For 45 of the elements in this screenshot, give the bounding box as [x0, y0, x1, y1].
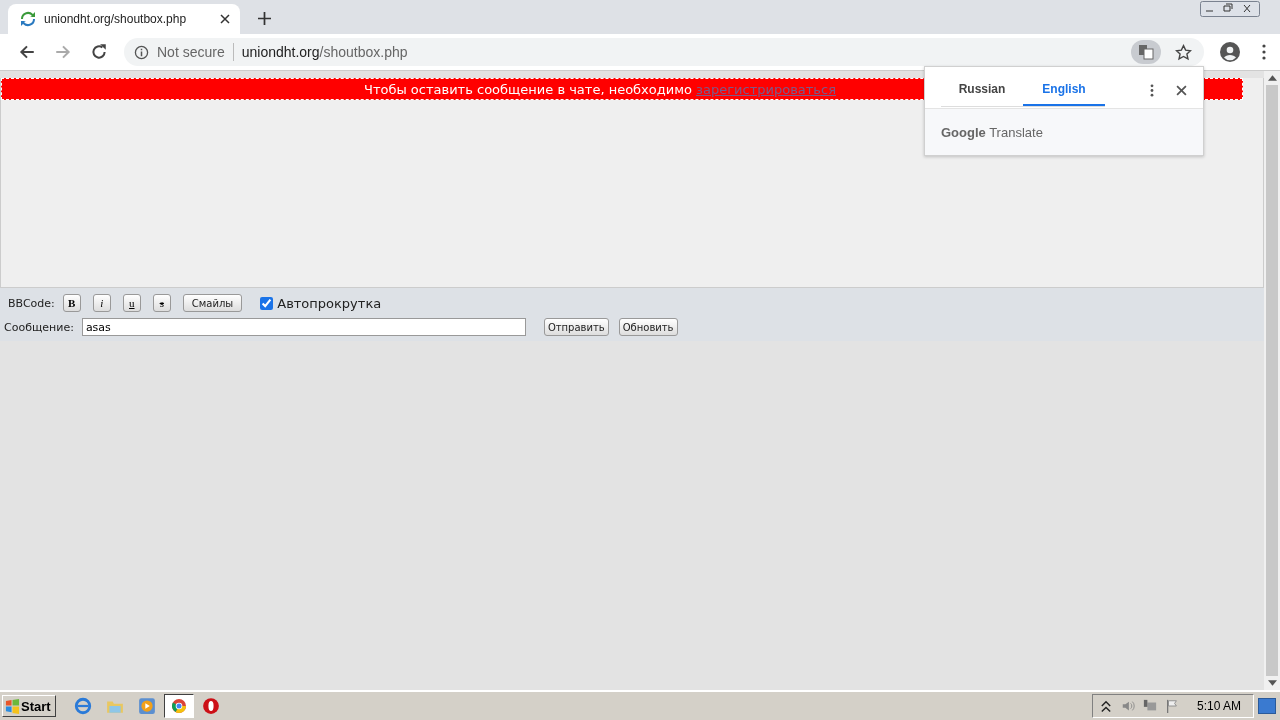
language-tab[interactable]: English — [1023, 74, 1105, 106]
chevron-icon[interactable] — [1098, 699, 1113, 713]
action-button[interactable]: Отправить — [543, 318, 609, 336]
translate-icon[interactable] — [1131, 40, 1161, 64]
star-icon[interactable] — [1175, 43, 1192, 61]
network-icon[interactable] — [1142, 699, 1157, 713]
close-icon[interactable] — [1176, 85, 1187, 96]
browser-tab[interactable]: uniondht.org/shoutbox.php — [8, 4, 240, 34]
menu-icon[interactable] — [1262, 44, 1266, 60]
url-text: uniondht.org/shoutbox.php — [241, 44, 408, 60]
action-button[interactable]: Обновить — [618, 318, 678, 336]
taskbar-button[interactable] — [163, 694, 194, 718]
google-translate-logo: Google Translate — [941, 124, 1043, 140]
browser-icon[interactable] — [73, 697, 92, 715]
opera-icon[interactable] — [201, 697, 220, 715]
message-field[interactable]: asas — [81, 318, 526, 336]
scroll-up-icon[interactable] — [1267, 75, 1277, 81]
smileys-button[interactable]: Смайлы — [182, 294, 243, 312]
site-icon — [20, 11, 36, 27]
autoscroll-checkbox[interactable] — [260, 296, 274, 310]
scroll-down-icon[interactable] — [1267, 680, 1277, 686]
media-player-icon[interactable] — [137, 697, 156, 715]
windows-logo-icon — [5, 698, 20, 714]
language-tab[interactable]: Russian — [941, 74, 1023, 106]
plus-icon[interactable] — [258, 12, 271, 25]
autoscroll-label: Автопрокрутка — [277, 295, 382, 311]
account-icon[interactable] — [1220, 42, 1240, 62]
security-label: Not secure — [157, 44, 225, 60]
address-bar[interactable]: Not secure uniondht.org/shoutbox.php — [124, 38, 1204, 66]
tab-title: uniondht.org/shoutbox.php — [44, 12, 188, 26]
format-button[interactable]: i — [92, 294, 111, 312]
scrollbar-thumb[interactable] — [1266, 85, 1278, 676]
format-button[interactable]: B — [62, 294, 81, 312]
format-button[interactable]: u — [122, 294, 141, 312]
close-icon[interactable] — [220, 14, 230, 24]
start-button[interactable]: Start — [2, 695, 56, 717]
info-icon[interactable] — [134, 44, 149, 60]
message-label: Сообщение: — [4, 320, 74, 334]
chrome-logo-icon — [170, 698, 187, 714]
format-button[interactable]: s — [152, 294, 171, 312]
more-icon[interactable] — [1150, 84, 1154, 97]
flag-icon[interactable] — [1164, 699, 1179, 713]
clock: 5:10 AM — [1196, 699, 1241, 713]
bbcode-label: BBCode: — [7, 296, 55, 310]
notice-text: Чтобы оставить сообщение в чате, необходимо зарегистрироваться — [364, 81, 836, 97]
